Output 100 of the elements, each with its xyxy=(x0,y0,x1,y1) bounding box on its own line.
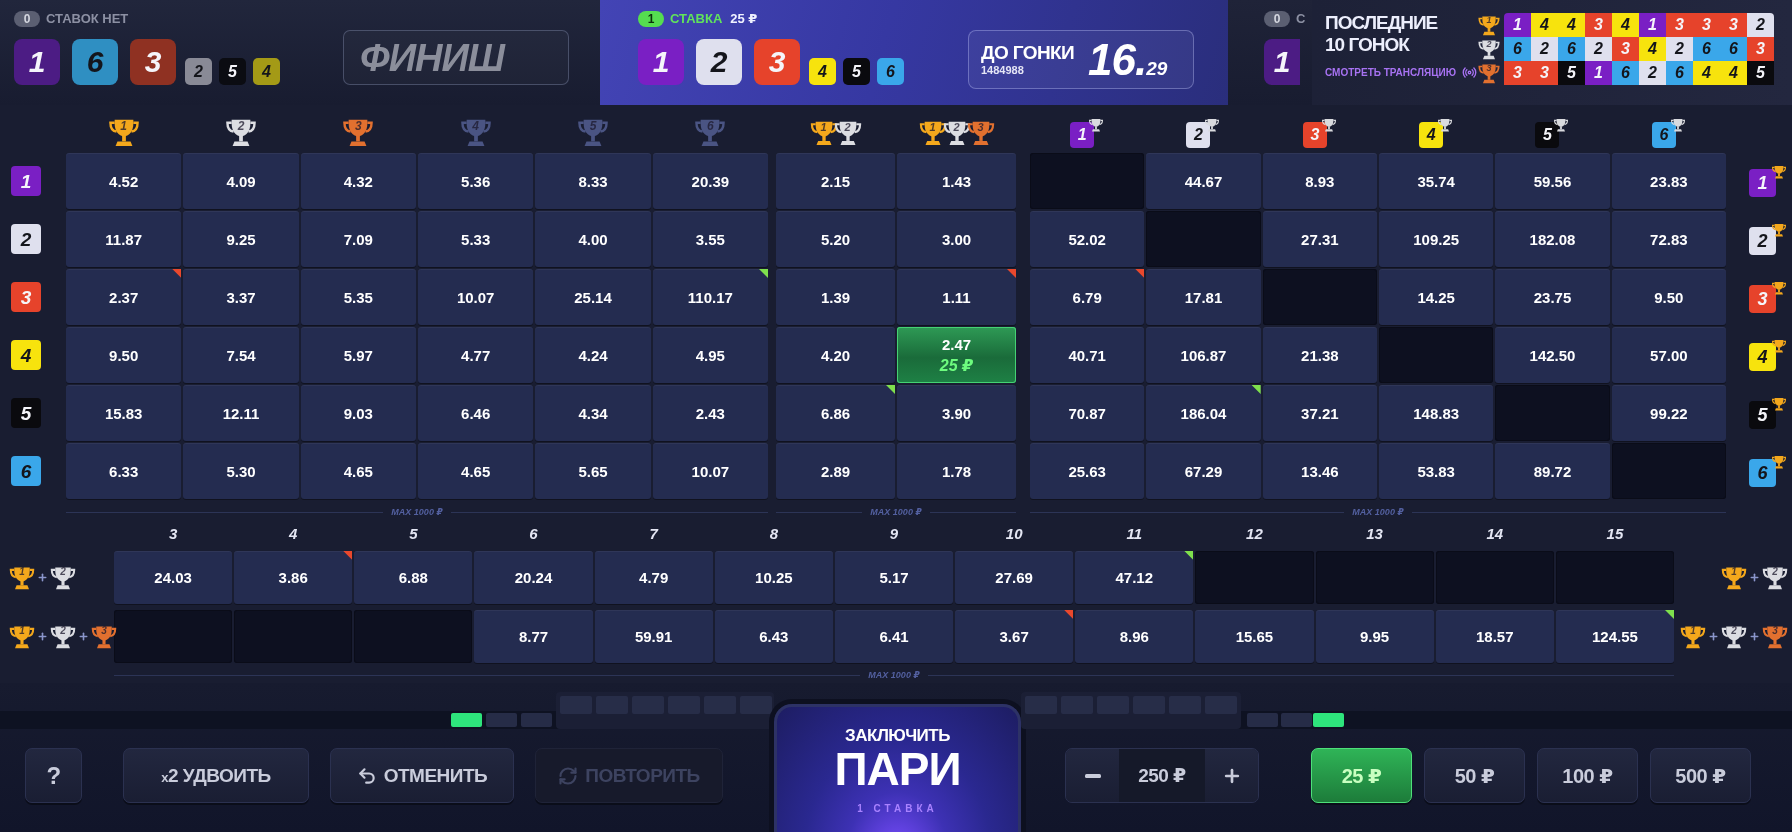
odds-cell[interactable]: 14.25 xyxy=(1379,269,1494,325)
odds-cell[interactable]: 27.31 xyxy=(1262,211,1377,267)
odds-cell[interactable]: 1.78 xyxy=(897,443,1016,499)
odds-cell[interactable]: 124.55 xyxy=(1555,610,1674,663)
odds-cell[interactable]: 3.00 xyxy=(897,211,1016,267)
odds-cell[interactable]: 2.15 xyxy=(776,153,895,209)
odds-cell[interactable]: 17.81 xyxy=(1146,269,1261,325)
odds-cell[interactable]: 4.79 xyxy=(594,551,713,604)
odds-cell[interactable]: 99.22 xyxy=(1611,385,1726,441)
odds-cell[interactable]: 15.83 xyxy=(66,385,182,441)
odds-cell[interactable]: 2.43 xyxy=(652,385,768,441)
plus-button[interactable] xyxy=(1205,749,1258,802)
odds-cell[interactable]: 37.21 xyxy=(1262,385,1377,441)
stake-field[interactable]: 250 ₽ xyxy=(1119,749,1205,802)
odds-cell[interactable]: 67.29 xyxy=(1146,443,1261,499)
odds-cell[interactable]: 6.43 xyxy=(714,610,833,663)
odds-cell[interactable]: 5.65 xyxy=(535,443,651,499)
odds-cell[interactable]: 4.09 xyxy=(183,153,299,209)
odds-cell[interactable]: 7.09 xyxy=(300,211,416,267)
odds-cell[interactable]: 4.65 xyxy=(418,443,534,499)
odds-cell[interactable]: 8.93 xyxy=(1262,153,1377,209)
odds-cell[interactable]: 5.20 xyxy=(776,211,895,267)
odds-cell[interactable]: 20.39 xyxy=(652,153,768,209)
odds-cell[interactable]: 23.83 xyxy=(1611,153,1726,209)
odds-cell[interactable]: 9.50 xyxy=(66,327,182,383)
odds-cell[interactable]: 4.77 xyxy=(418,327,534,383)
odds-cell[interactable]: 27.69 xyxy=(955,551,1074,604)
odds-cell[interactable]: 186.04 xyxy=(1146,385,1261,441)
odds-cell[interactable]: 25.14 xyxy=(535,269,651,325)
watch-stream-link[interactable]: СМОТРЕТЬ ТРАНСЛЯЦИЮ xyxy=(1325,65,1478,80)
odds-cell[interactable]: 40.71 xyxy=(1030,327,1145,383)
odds-cell[interactable]: 5.33 xyxy=(418,211,534,267)
odds-cell[interactable]: 9.03 xyxy=(300,385,416,441)
chip-button[interactable]: 500 ₽ xyxy=(1650,748,1751,803)
odds-cell[interactable]: 10.25 xyxy=(714,551,833,604)
odds-cell[interactable]: 11.87 xyxy=(66,211,182,267)
odds-cell[interactable]: 6.46 xyxy=(418,385,534,441)
odds-cell[interactable]: 3.86 xyxy=(234,551,353,604)
odds-cell[interactable]: 2.37 xyxy=(66,269,182,325)
odds-cell[interactable]: 142.50 xyxy=(1495,327,1610,383)
odds-cell[interactable]: 1.39 xyxy=(776,269,895,325)
odds-cell[interactable]: 35.74 xyxy=(1379,153,1494,209)
odds-cell[interactable]: 21.38 xyxy=(1262,327,1377,383)
odds-cell[interactable]: 9.50 xyxy=(1611,269,1726,325)
odds-cell[interactable]: 4.52 xyxy=(66,153,182,209)
odds-cell[interactable]: 24.03 xyxy=(114,551,233,604)
odds-cell[interactable]: 5.35 xyxy=(300,269,416,325)
odds-cell[interactable]: 106.87 xyxy=(1146,327,1261,383)
double-button[interactable]: x2 УДВОИТЬ xyxy=(123,748,309,803)
odds-cell[interactable]: 23.75 xyxy=(1495,269,1610,325)
odds-cell[interactable]: 8.96 xyxy=(1075,610,1194,663)
odds-cell[interactable]: 4.32 xyxy=(300,153,416,209)
odds-cell[interactable]: 1.43 xyxy=(897,153,1016,209)
odds-cell[interactable]: 6.41 xyxy=(834,610,954,663)
odds-cell[interactable]: 10.07 xyxy=(418,269,534,325)
odds-cell[interactable]: 4.34 xyxy=(535,385,651,441)
odds-cell[interactable]: 9.95 xyxy=(1315,610,1434,663)
odds-cell[interactable]: 6.33 xyxy=(66,443,182,499)
odds-cell[interactable]: 3.55 xyxy=(652,211,768,267)
odds-cell[interactable]: 47.12 xyxy=(1075,551,1194,604)
chip-button[interactable]: 50 ₽ xyxy=(1424,748,1525,803)
odds-cell[interactable]: 59.91 xyxy=(594,610,713,663)
odds-cell[interactable]: 7.54 xyxy=(183,327,299,383)
odds-cell[interactable]: 3.37 xyxy=(183,269,299,325)
odds-cell[interactable]: 4.24 xyxy=(535,327,651,383)
odds-cell[interactable]: 10.07 xyxy=(652,443,768,499)
odds-cell[interactable]: 5.30 xyxy=(183,443,299,499)
odds-cell[interactable]: 3.67 xyxy=(955,610,1074,663)
odds-cell[interactable]: 5.97 xyxy=(300,327,416,383)
odds-cell[interactable]: 25.63 xyxy=(1030,443,1145,499)
odds-cell[interactable]: 2.89 xyxy=(776,443,895,499)
odds-cell[interactable]: 4.00 xyxy=(535,211,651,267)
odds-cell[interactable]: 72.83 xyxy=(1611,211,1726,267)
odds-cell[interactable]: 1.11 xyxy=(897,269,1016,325)
minus-button[interactable] xyxy=(1066,749,1119,802)
odds-cell[interactable]: 57.00 xyxy=(1611,327,1726,383)
odds-cell[interactable]: 4.65 xyxy=(300,443,416,499)
undo-button[interactable]: ОТМЕНИТЬ xyxy=(330,748,514,803)
odds-cell[interactable]: 53.83 xyxy=(1379,443,1494,499)
odds-cell[interactable]: 9.25 xyxy=(183,211,299,267)
odds-cell[interactable]: 4.95 xyxy=(652,327,768,383)
odds-cell[interactable]: 6.79 xyxy=(1030,269,1145,325)
odds-cell[interactable]: 109.25 xyxy=(1379,211,1494,267)
odds-cell[interactable]: 5.36 xyxy=(418,153,534,209)
odds-cell[interactable]: 3.90 xyxy=(897,385,1016,441)
odds-cell[interactable]: 59.56 xyxy=(1495,153,1610,209)
odds-cell[interactable]: 148.83 xyxy=(1379,385,1494,441)
odds-cell[interactable]: 110.17 xyxy=(652,269,768,325)
odds-cell[interactable]: 13.46 xyxy=(1262,443,1377,499)
odds-cell[interactable]: 70.87 xyxy=(1030,385,1145,441)
odds-cell[interactable]: 8.77 xyxy=(474,610,593,663)
chip-button[interactable]: 100 ₽ xyxy=(1537,748,1638,803)
odds-cell[interactable]: 6.88 xyxy=(354,551,473,604)
odds-cell[interactable]: 44.67 xyxy=(1146,153,1261,209)
odds-cell[interactable]: 182.08 xyxy=(1495,211,1610,267)
odds-cell[interactable]: 5.17 xyxy=(834,551,954,604)
odds-cell[interactable]: 52.02 xyxy=(1030,211,1145,267)
odds-cell[interactable]: 4.20 xyxy=(776,327,895,383)
help-button[interactable]: ? xyxy=(25,748,82,803)
odds-cell[interactable]: 2.47 25 ₽ xyxy=(897,327,1016,383)
